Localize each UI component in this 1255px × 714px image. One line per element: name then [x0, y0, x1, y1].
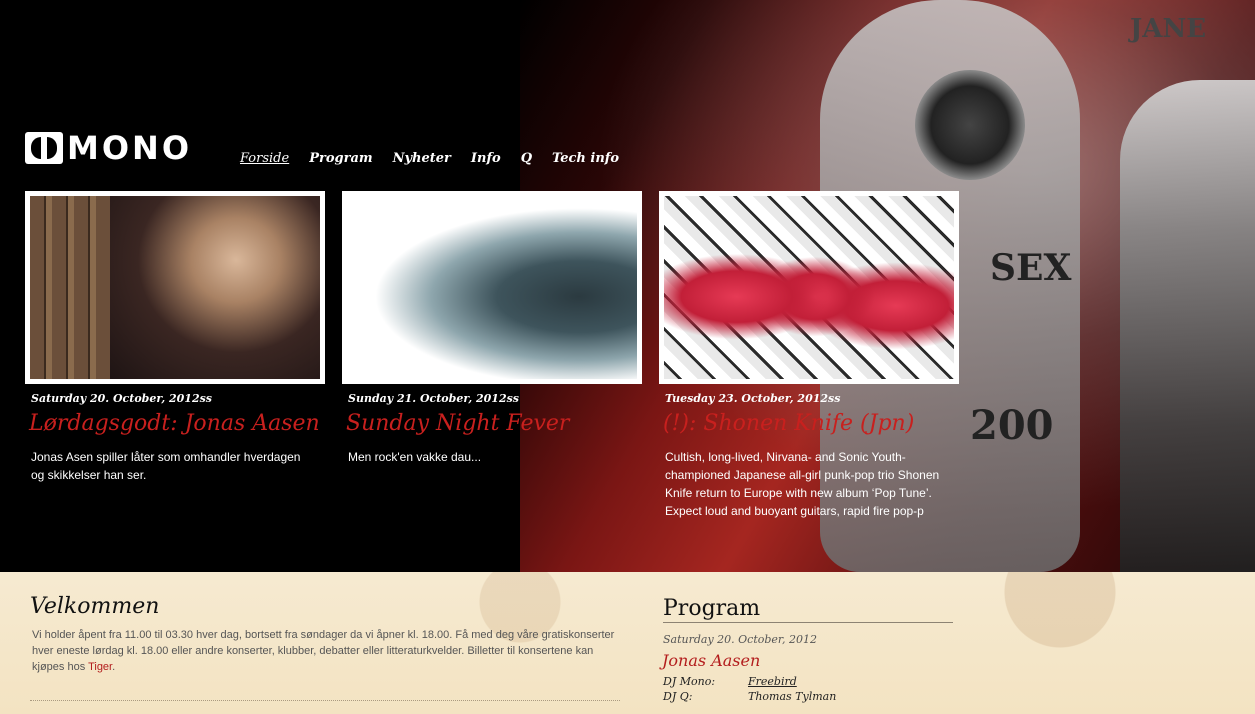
divider: [30, 700, 620, 701]
program-heading: Program: [663, 596, 953, 623]
welcome-body: Vi holder åpent fra 11.00 til 03.30 hver…: [32, 629, 615, 673]
event-title[interactable]: Sunday Night Fever: [346, 411, 642, 436]
tiger-link[interactable]: Tiger: [88, 661, 112, 673]
event-description: Men rock'en vakke dau...: [348, 450, 482, 464]
event-title[interactable]: (!): Shonen Knife (Jpn): [663, 411, 959, 436]
face-photo: [347, 196, 637, 379]
nav-program[interactable]: Program: [309, 151, 372, 166]
nav-info[interactable]: Info: [471, 151, 501, 166]
info-section: Velkommen Vi holder åpent fra 11.00 til …: [0, 572, 1255, 714]
freebird-link[interactable]: Freebird: [748, 675, 797, 688]
logo-text: MONO: [67, 129, 193, 167]
event-card: Tuesday 23. October, 2012ss (!): Shonen …: [659, 191, 959, 520]
event-card: Saturday 20. October, 2012ss Lørdagsgodt…: [25, 191, 325, 484]
nav-tech-info[interactable]: Tech info: [552, 151, 619, 166]
event-description: Cultish, long-lived, Nirvana- and Sonic …: [665, 450, 940, 518]
program-row: DJ Mono: Freebird: [663, 675, 797, 688]
site-logo[interactable]: MONO: [25, 131, 192, 165]
event-title[interactable]: Lørdagsgodt: Jonas Aasen: [29, 411, 325, 436]
band-photo: [664, 196, 954, 379]
event-thumbnail[interactable]: [342, 191, 642, 384]
headlamp-illustration: [915, 70, 1025, 180]
program-row: DJ Q: Thomas Tylman: [663, 690, 836, 703]
logo-mark-icon: [25, 132, 63, 164]
event-date: Tuesday 23. October, 2012ss: [665, 392, 841, 405]
sex-letters: SEX: [990, 247, 1072, 289]
event-date: Saturday 20. October, 2012ss: [31, 392, 212, 405]
event-thumbnail[interactable]: [659, 191, 959, 384]
event-date: Sunday 21. October, 2012ss: [348, 392, 519, 405]
welcome-text: Vi holder åpent fra 11.00 til 03.30 hver…: [32, 627, 622, 675]
guitar-photo: [30, 196, 320, 379]
program-date: Saturday 20. October, 2012: [663, 633, 817, 646]
main-nav: Forside Program Nyheter Info Q Tech info: [240, 151, 619, 166]
nav-q[interactable]: Q: [521, 151, 532, 166]
welcome-heading: Velkommen: [30, 594, 160, 619]
nav-forside[interactable]: Forside: [240, 151, 289, 166]
program-event-name[interactable]: Jonas Aasen: [662, 651, 760, 670]
hero-section: JANE SEX 200 MONO Forside Program Nyhete…: [0, 0, 1255, 572]
program-row-value: Thomas Tylman: [748, 690, 837, 703]
nav-nyheter[interactable]: Nyheter: [393, 151, 451, 166]
person-illustration: [1120, 80, 1255, 572]
program-row-key: DJ Mono:: [663, 675, 716, 688]
event-card: Sunday 21. October, 2012ss Sunday Night …: [342, 191, 642, 466]
jane-sign: JANE: [1130, 14, 1207, 44]
event-thumbnail[interactable]: [25, 191, 325, 384]
event-description: Jonas Asen spiller låter som omhandler h…: [31, 450, 301, 482]
number-200: 200: [970, 402, 1054, 449]
welcome-suffix: .: [112, 661, 116, 673]
program-row-key: DJ Q:: [663, 690, 693, 703]
